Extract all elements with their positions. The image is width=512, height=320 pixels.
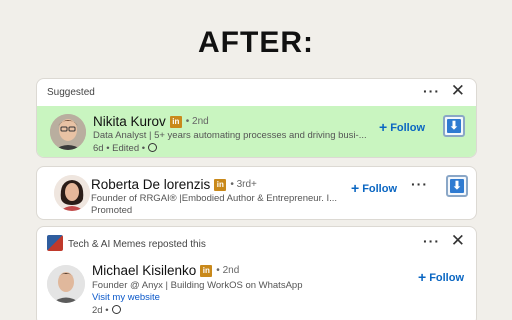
reposted-post-card: Tech & AI Memes reposted this ··· ✕ Mich… [36, 226, 477, 320]
follow-button[interactable]: + Follow [351, 180, 397, 196]
avatar[interactable] [54, 175, 90, 211]
author-name[interactable]: Michael Kisilenko in • 2nd [92, 263, 239, 278]
author-headline: Data Analyst | 5+ years automating proce… [93, 130, 367, 141]
author-name-text[interactable]: Nikita Kurov [93, 114, 166, 129]
connection-degree: • 2nd [216, 265, 240, 276]
globe-icon [111, 305, 121, 314]
page-headline: AFTER: [198, 26, 314, 59]
linkedin-icon: in [200, 264, 213, 277]
avatar[interactable] [50, 114, 86, 150]
linkedin-icon: in [169, 115, 182, 128]
page-logo-icon[interactable] [47, 235, 63, 251]
follow-button[interactable]: + Follow [379, 119, 425, 135]
plus-icon: + [418, 269, 427, 285]
globe-icon [148, 143, 158, 152]
plus-icon: + [379, 119, 388, 135]
close-icon[interactable]: ✕ [451, 82, 465, 99]
promoted-post-card: Roberta De lorenzis in • 3rd+ Founder of… [36, 166, 477, 220]
download-icon: ⬇ [450, 179, 464, 193]
post-meta: 6d • Edited • [93, 143, 158, 154]
suggested-post-card: Suggested ··· ✕ Nikita Kurov in • 2nd Da… [36, 78, 477, 158]
download-button[interactable]: ⬇ [446, 175, 468, 197]
website-link[interactable]: Visit my website [92, 292, 160, 303]
card-header: Suggested [37, 79, 476, 105]
post-meta-text: 2d • [92, 305, 109, 316]
plus-icon: + [351, 180, 360, 196]
close-icon[interactable]: ✕ [451, 232, 465, 249]
follow-label: Follow [390, 122, 426, 134]
website-link-text[interactable]: Visit my website [92, 292, 160, 303]
download-icon: ⬇ [447, 119, 461, 133]
post-meta: Promoted [91, 205, 133, 216]
ellipsis-icon[interactable]: ··· [411, 176, 428, 192]
post-author-row: Roberta De lorenzis in • 3rd+ Founder of… [37, 167, 476, 219]
author-name-text[interactable]: Michael Kisilenko [92, 263, 196, 278]
linkedin-icon: in [214, 178, 227, 191]
author-headline: Founder @ Anyx | Building WorkOS on What… [92, 280, 303, 291]
ellipsis-icon[interactable]: ··· [423, 233, 440, 249]
card-header-label: Suggested [47, 87, 95, 98]
post-meta: 2d • [92, 305, 121, 316]
author-name[interactable]: Roberta De lorenzis in • 3rd+ [91, 177, 257, 192]
repost-label[interactable]: Tech & AI Memes reposted this [68, 239, 206, 250]
author-name[interactable]: Nikita Kurov in • 2nd [93, 114, 209, 129]
follow-label: Follow [429, 272, 465, 284]
post-author-row: Nikita Kurov in • 2nd Data Analyst | 5+ … [37, 106, 476, 157]
author-name-text[interactable]: Roberta De lorenzis [91, 177, 210, 192]
post-author-row: Michael Kisilenko in • 2nd Founder @ Any… [37, 257, 476, 320]
post-meta-text: 6d • Edited • [93, 143, 146, 154]
follow-button[interactable]: + Follow [418, 269, 464, 285]
connection-degree: • 2nd [185, 116, 209, 127]
follow-label: Follow [362, 183, 398, 195]
ellipsis-icon[interactable]: ··· [423, 83, 440, 99]
author-headline: Founder of RRGAI® |Embodied Author & Ent… [91, 193, 338, 204]
download-button[interactable]: ⬇ [443, 115, 465, 137]
card-header: Tech & AI Memes reposted this [37, 227, 476, 253]
connection-degree: • 3rd+ [230, 179, 257, 190]
avatar[interactable] [47, 265, 85, 303]
